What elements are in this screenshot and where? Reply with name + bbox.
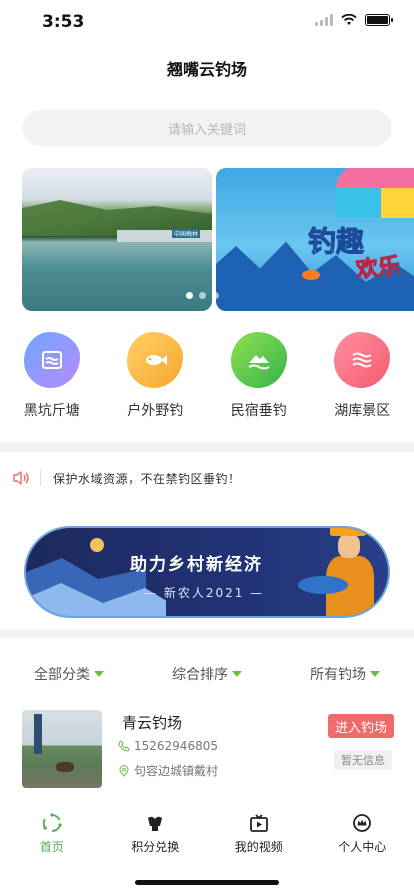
tab-label: 积分兑换 [131,840,180,854]
phone-number: 15262946805 [134,739,218,753]
banner-title-sub: 欢乐 [355,253,402,284]
fish-graphic [302,270,320,280]
video-icon [249,814,268,832]
filter-category[interactable]: 全部分类 [0,664,138,684]
category-label: 湖库景区 [334,403,391,419]
enter-venue-button[interactable]: 进入钓场 [328,714,394,738]
list-item[interactable]: 青云钓场 15262946805 句容边城镇戴村 进入钓场 暂无信息 [22,710,394,790]
fish-icon [127,332,184,388]
mountain-lake-icon [230,332,287,388]
carousel-dot[interactable] [212,292,219,299]
category-label: 黑坑斤塘 [23,403,80,419]
notice-text: 保护水域资源，不在禁钓区垂钓！ [53,471,241,486]
banner-sign-text: 中国梅林 [172,229,201,238]
category-grid: 黑坑斤塘 户外野钓 民宿垂钓 湖库景区 [0,332,414,420]
search-placeholder: 请输入关键词 [167,122,246,138]
chevron-down-icon [370,671,380,677]
chevron-down-icon [94,671,104,677]
category-pond[interactable]: 黑坑斤塘 [0,332,104,420]
tab-label: 我的视频 [234,840,283,854]
promo-title: 助力乡村新经济 [130,555,263,575]
info-badge: 暂无信息 [334,750,392,770]
umbrella-graphic [336,168,414,218]
filter-bar: 全部分类 综合排序 所有钓场 [0,664,414,684]
fish-graphic [298,576,348,594]
filter-venue[interactable]: 所有钓场 [276,664,414,684]
banner-slide-lake[interactable]: 中国梅林 [22,168,212,311]
thumbnail-dog [56,762,74,772]
battery-icon [365,14,393,26]
cellular-signal-icon [315,14,333,26]
status-bar: 3:53 [0,0,414,44]
speaker-icon [13,471,29,485]
notice-bar[interactable]: 保护水域资源，不在禁钓区垂钓！ [12,466,402,490]
promo-subtitle: — 新农人2021 — [144,586,265,600]
thumbnail-pole [34,714,42,754]
wifi-icon [341,14,357,25]
search-input[interactable]: 请输入关键词 [22,110,392,146]
venue-thumbnail[interactable] [22,710,102,788]
carousel-dot[interactable] [186,292,193,299]
page-title: 翘嘴云钓场 [166,60,247,79]
pond-icon [23,332,80,388]
phone-icon [118,740,130,752]
category-outdoor[interactable]: 户外野钓 [104,332,208,420]
tab-points-exchange[interactable]: 积分兑换 [104,812,208,862]
waves-icon [334,332,391,388]
tab-label: 个人中心 [338,840,387,854]
points-exchange-icon [148,816,163,831]
farmer-face-graphic [338,534,360,558]
category-label: 户外野钓 [127,403,184,419]
farmer-hat-graphic [330,528,366,536]
category-lake-scenic[interactable]: 湖库景区 [311,332,414,420]
tab-profile[interactable]: 个人中心 [311,812,414,862]
status-icons [315,14,393,26]
moon-graphic [90,538,104,552]
venue-name: 青云钓场 [122,714,183,732]
category-label: 民宿垂钓 [230,403,287,419]
address-text: 句容边城镇戴村 [134,764,219,778]
carousel-dots [186,292,219,299]
tab-my-videos[interactable]: 我的视频 [207,812,311,862]
tab-home[interactable]: 首页 [0,812,104,862]
section-divider [0,630,414,638]
filter-label: 综合排序 [172,667,228,683]
profile-icon [353,814,372,832]
home-indicator[interactable] [135,880,279,885]
carousel-dot[interactable] [199,292,206,299]
venue-address: 句容边城镇戴村 [118,762,218,779]
chevron-down-icon [232,671,242,677]
banner-carousel[interactable]: 中国梅林 钓趣 欢乐 [22,168,414,311]
banner-slide-fishing-fun[interactable]: 钓趣 欢乐 [216,168,414,311]
home-icon [42,813,62,832]
tab-label: 首页 [39,840,64,854]
promo-banner[interactable]: 助力乡村新经济 — 新农人2021 — [24,526,390,618]
bottom-tab-bar: 首页 积分兑换 我的视频 个人中心 [0,812,414,862]
venue-phone[interactable]: 15262946805 [118,739,218,753]
status-time: 3:53 [42,12,85,32]
filter-sort[interactable]: 综合排序 [138,664,276,684]
location-pin-icon [119,764,129,777]
category-homestay[interactable]: 民宿垂钓 [207,332,311,420]
section-divider [0,442,414,452]
filter-label: 所有钓场 [310,667,366,683]
notice-separator [40,470,41,486]
filter-label: 全部分类 [34,667,90,683]
